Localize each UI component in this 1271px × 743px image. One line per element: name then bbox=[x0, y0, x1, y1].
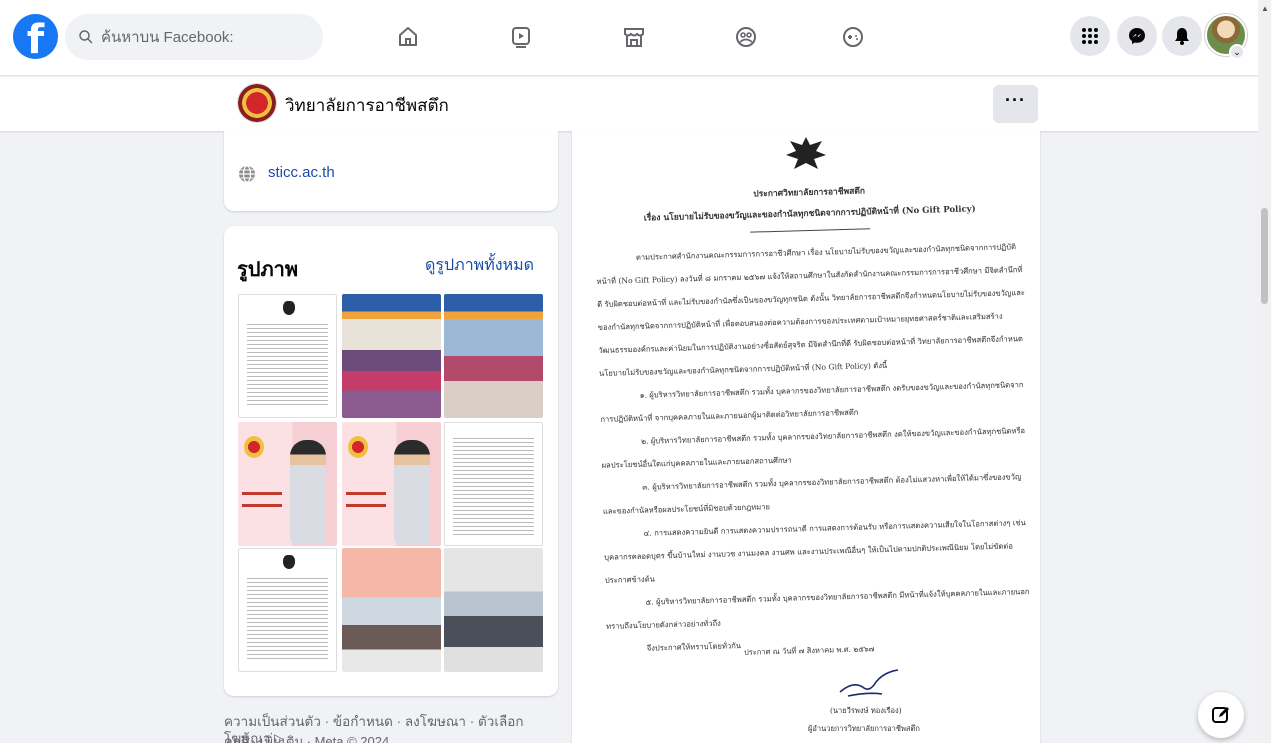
compose-icon bbox=[1212, 707, 1229, 723]
menu-grid-icon[interactable] bbox=[1070, 16, 1110, 56]
messenger-icon[interactable] bbox=[1117, 16, 1157, 56]
photo-thumbnail[interactable] bbox=[342, 548, 441, 672]
post-image[interactable]: ประกาศวิทยาลัยการอาชีพสตึก เรื่อง นโยบาย… bbox=[572, 131, 1040, 743]
page-title[interactable]: วิทยาลัยการอาชีพสตึก bbox=[285, 92, 449, 119]
scroll-up-icon[interactable]: ▲ bbox=[1261, 4, 1269, 13]
photo-thumbnail[interactable] bbox=[444, 294, 543, 418]
facebook-logo[interactable]: f bbox=[13, 14, 58, 59]
gaming-icon[interactable] bbox=[838, 20, 868, 54]
announcement-document: ประกาศวิทยาลัยการอาชีพสตึก เรื่อง นโยบาย… bbox=[594, 179, 1037, 661]
new-message-button[interactable] bbox=[1198, 692, 1244, 738]
scrollbar-thumb[interactable] bbox=[1261, 208, 1268, 304]
watch-icon[interactable] bbox=[506, 20, 536, 54]
photos-heading: รูปภาพ bbox=[237, 259, 299, 281]
document-date: ประกาศ ณ วันที่ ๗ สิงหาคม พ.ศ. ๒๕๖๗ bbox=[743, 644, 875, 657]
website-link[interactable]: sticc.ac.th bbox=[268, 164, 335, 181]
photo-thumbnail[interactable] bbox=[342, 422, 441, 546]
page-header-bar: วิทยาลัยการอาชีพสตึก ··· bbox=[0, 77, 1258, 131]
scrollbar-track[interactable] bbox=[1258, 0, 1271, 743]
divider bbox=[750, 228, 871, 233]
chevron-down-icon[interactable]: ⌄ bbox=[1229, 44, 1245, 60]
signer-title: ผู้อำนวยการวิทยาลัยการอาชีพสตึก bbox=[808, 724, 920, 733]
photo-thumbnail[interactable] bbox=[342, 294, 441, 418]
globe-icon bbox=[239, 165, 255, 183]
document-paragraph: ๔. การแสดงความยินดี การแสดงความปรารถนาดี… bbox=[604, 518, 1026, 585]
groups-icon[interactable] bbox=[731, 20, 761, 54]
signer-name: (นายวีรพงษ์ ทองเรือง) bbox=[830, 706, 902, 715]
home-icon[interactable] bbox=[393, 20, 423, 54]
page-avatar[interactable] bbox=[237, 83, 277, 123]
see-all-photos-link[interactable]: ดูรูปภาพทั้งหมด bbox=[425, 253, 534, 278]
search-input[interactable] bbox=[101, 28, 311, 46]
more-options-button[interactable]: ··· bbox=[993, 85, 1038, 123]
photo-thumbnail[interactable] bbox=[238, 548, 337, 672]
intro-card: sticc.ac.th bbox=[224, 131, 558, 211]
photo-thumbnail[interactable] bbox=[238, 294, 337, 418]
notifications-icon[interactable] bbox=[1162, 16, 1202, 56]
photo-thumbnail[interactable] bbox=[238, 422, 337, 546]
search-icon bbox=[79, 30, 93, 44]
photos-card: รูปภาพ ดูรูปภาพทั้งหมด bbox=[224, 226, 558, 696]
document-paragraph: ตามประกาศสำนักงานคณะกรรมการการอาชีวศึกษา… bbox=[596, 242, 1026, 378]
top-navbar: f ⌄ bbox=[0, 0, 1258, 76]
signature-mark bbox=[839, 669, 899, 697]
document-subject: เรื่อง นโยบายไม่รับของขวัญและของกำนัลทุก… bbox=[643, 204, 976, 224]
marketplace-icon[interactable] bbox=[619, 20, 649, 54]
photo-thumbnail[interactable] bbox=[444, 422, 543, 546]
footer-links-more[interactable]: คุกกี้ · เพิ่มเติม · Meta © 2024 bbox=[224, 731, 389, 743]
search-box[interactable] bbox=[65, 14, 323, 60]
photo-thumbnail[interactable] bbox=[444, 548, 543, 672]
garuda-emblem-icon bbox=[786, 137, 826, 169]
